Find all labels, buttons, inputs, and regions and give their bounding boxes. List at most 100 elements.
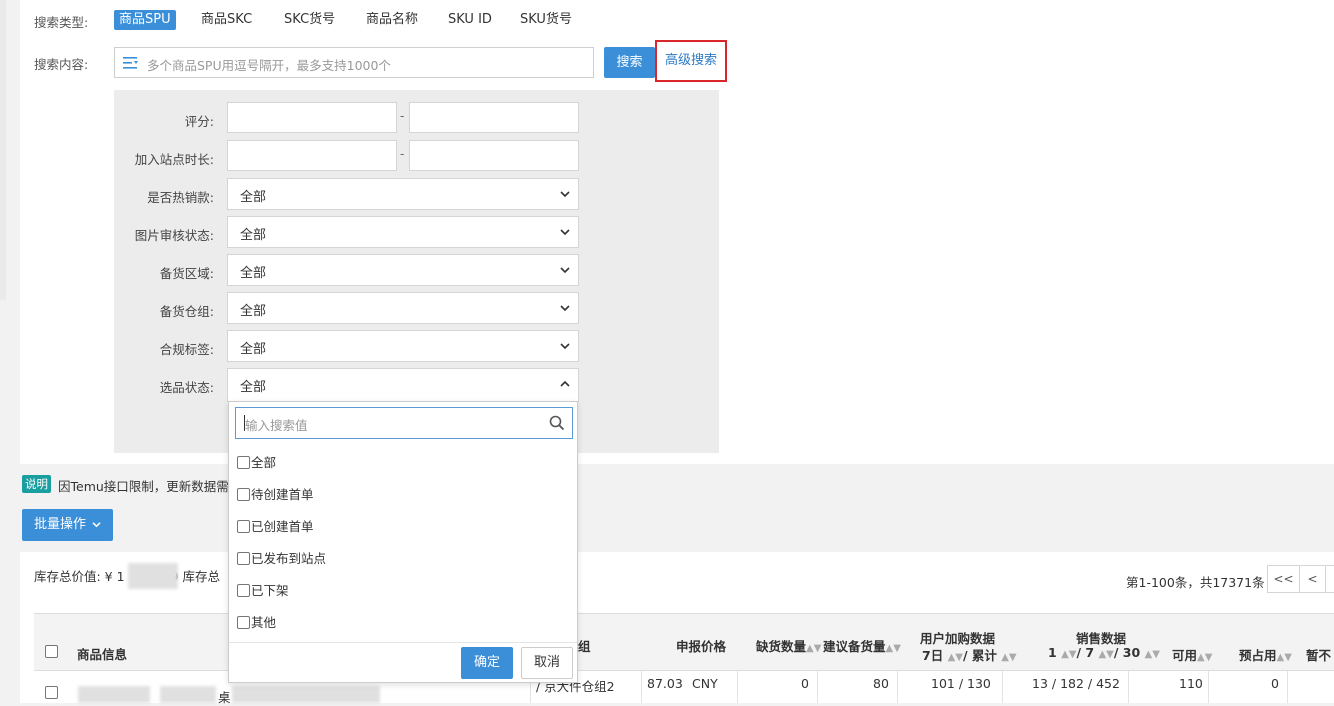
option-label: 已创建首单 [251,519,314,534]
compliance-tag-label: 合规标签: [159,342,214,357]
row-currency: CNY [692,676,718,691]
col-reserved[interactable]: 预占用▲▼ [1239,645,1292,664]
rating-label: 评分: [184,114,214,129]
search-icon [549,415,565,431]
advanced-search-button[interactable]: 高级搜索 [655,40,727,82]
sort-icon: ▲▼ [1144,649,1160,660]
chevron-down-icon [560,305,570,312]
option-first-order-created[interactable]: 已创建首单 [237,516,314,536]
stock-region-value: 全部 [240,266,267,281]
rating-range-sep: - [400,109,405,123]
confirm-button[interactable]: 确定 [461,647,513,679]
row-price: 87.03 [647,676,683,691]
tab-sku-id[interactable]: SKU ID [443,10,497,30]
row-suggest: 80 [873,676,889,691]
col-sales-7d: / 7 [1076,645,1095,660]
site-duration-range-sep: - [400,147,405,161]
option-checkbox[interactable] [237,616,250,629]
cancel-button[interactable]: 取消 [521,647,573,679]
option-delisted[interactable]: 已下架 [237,580,289,600]
option-published[interactable]: 已发布到站点 [237,548,326,568]
product-attrs-redacted [232,686,380,703]
tab-skc[interactable]: 商品SKC [196,10,257,30]
cell-divider [641,671,642,703]
col-reserved-label: 预占用 [1239,648,1277,663]
option-label: 已发布到站点 [251,551,327,566]
option-checkbox[interactable] [237,488,250,501]
col-suggest-stock-label: 建议备货量 [823,639,886,654]
compliance-tag-select[interactable]: 全部 [227,330,579,362]
pager-prev-button[interactable]: < [1299,565,1326,593]
cell-divider [1287,671,1288,703]
pager-next-button[interactable] [1325,565,1334,593]
select-all-checkbox[interactable] [45,645,58,658]
chevron-down-icon [560,191,570,198]
col-sales-30d: / 30 [1113,645,1141,660]
batch-operations-button[interactable]: 批量操作 [22,509,113,541]
stock-region-select[interactable]: 全部 [227,254,579,286]
chevron-down-icon [560,343,570,350]
col-product-info: 商品信息 [77,647,128,662]
notice-text: 因Temu接口限制，更新数据需 [58,479,229,494]
chevron-down-icon [560,229,570,236]
image-review-label: 图片审核状态: [134,228,214,243]
col-cart-total: / 累计 [962,648,997,663]
tab-spu[interactable]: 商品SPU [114,10,176,30]
option-other[interactable]: 其他 [237,612,276,632]
sort-icon: ▲▼ [1061,649,1077,660]
option-all[interactable]: 全部 [237,452,276,472]
option-pending-first-order[interactable]: 待创建首单 [237,484,314,504]
row-sales: 13 / 182 / 452 [1032,676,1120,691]
cell-divider [1128,671,1129,703]
cell-divider [1208,671,1209,703]
selection-status-select[interactable]: 全部 [227,368,579,402]
col-cart-7d: 7日 [922,648,944,663]
cell-divider [1002,671,1003,703]
stock-region-label: 备货区域: [159,266,214,281]
site-duration-min-input[interactable] [227,140,397,171]
row-checkbox[interactable] [45,686,58,699]
tab-skc-code[interactable]: SKC货号 [279,10,340,30]
rating-min-input[interactable] [227,102,397,133]
tab-sku-code[interactable]: SKU货号 [515,10,577,30]
dropdown-search-placeholder: 输入搜索值 [245,418,308,433]
option-checkbox[interactable] [237,584,250,597]
col-available[interactable]: 可用▲▼ [1172,645,1212,664]
search-type-label: 搜索类型: [34,15,89,30]
image-review-select[interactable]: 全部 [227,216,579,248]
col-cart-sub[interactable]: 7日 ▲▼/ 累计 ▲▼ [922,645,1017,664]
dropdown-footer: 确定 取消 [229,642,577,682]
chevron-down-icon [560,267,570,274]
warehouse-group-label: 备货仓组: [159,304,214,319]
row-cart: 101 / 130 [931,676,991,691]
option-checkbox[interactable] [237,456,250,469]
row-reserved: 0 [1271,676,1279,691]
search-button[interactable]: 搜索 [604,47,655,78]
hot-sale-select[interactable]: 全部 [227,178,579,210]
product-image-redacted [78,686,150,703]
chevron-up-icon [560,380,570,387]
warehouse-group-select[interactable]: 全部 [227,292,579,324]
col-suggest-stock[interactable]: 建议备货量▲▼ [823,636,901,655]
left-edge-strip [0,0,6,300]
chevron-down-icon [92,522,101,528]
col-shortage[interactable]: 缺货数量▲▼ [756,636,821,655]
option-label: 全部 [251,455,277,470]
pager-first-button[interactable]: << [1267,565,1300,593]
tab-product-name[interactable]: 商品名称 [361,10,423,30]
sort-icon: ▲▼ [1001,652,1017,663]
pager-summary: 第1-100条，共17371条 [1126,575,1265,590]
sort-icon: ▲▼ [885,643,901,654]
option-label: 已下架 [251,583,289,598]
site-duration-max-input[interactable] [409,140,579,171]
selection-status-dropdown: 输入搜索值 全部 待创建首单 已创建首单 已发布到站点 已下架 其他 确定 取消 [228,401,578,683]
dropdown-search-input[interactable]: 输入搜索值 [235,407,573,439]
search-content-label: 搜索内容: [34,57,89,72]
option-label: 其他 [251,615,277,630]
option-checkbox[interactable] [237,520,250,533]
option-checkbox[interactable] [237,552,250,565]
list-filter-icon [123,57,139,73]
search-input[interactable]: 多个商品SPU用逗号隔开，最多支持1000个 [114,47,594,78]
rating-max-input[interactable] [409,102,579,133]
col-sales-sub[interactable]: 1 ▲▼/ 7 ▲▼/ 30 ▲▼ [1048,645,1160,660]
